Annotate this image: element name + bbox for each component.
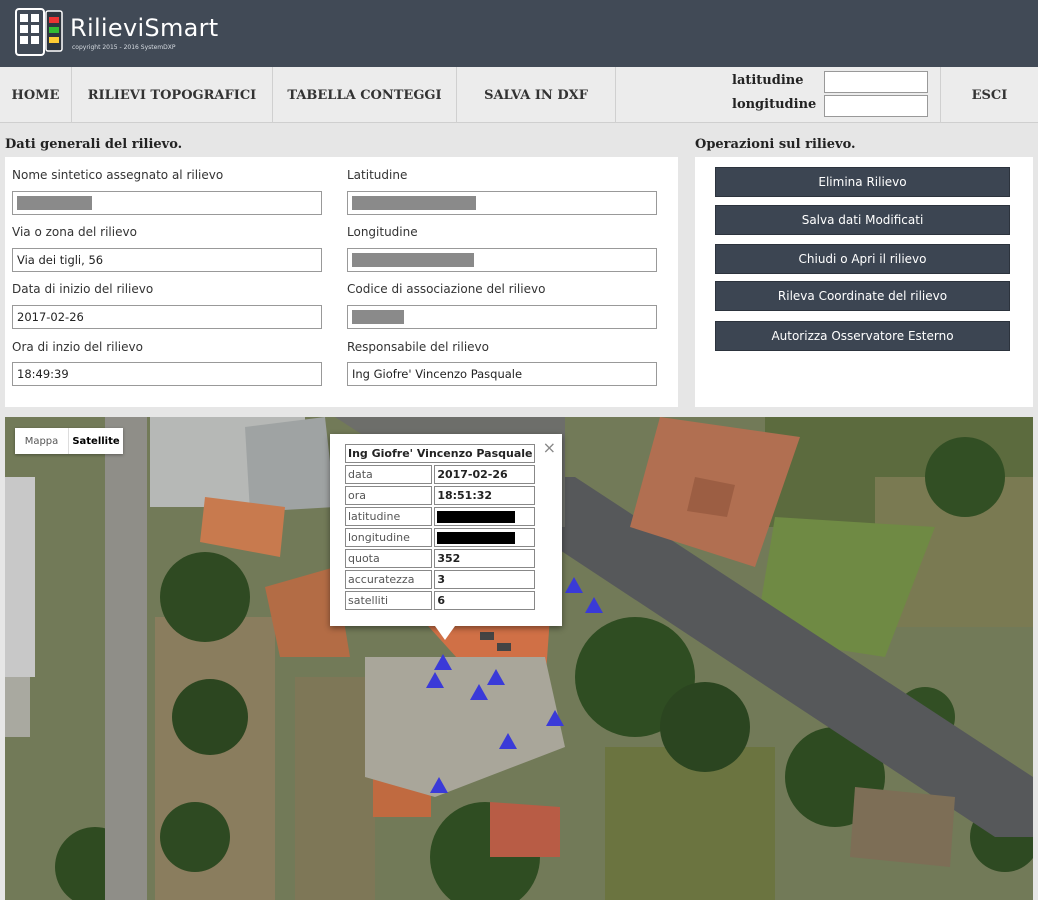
table-row: quota 352: [345, 549, 536, 568]
ora-inizio-field[interactable]: 18:49:39: [12, 362, 322, 386]
popup-value: 6: [434, 591, 536, 610]
table-row: satelliti 6: [345, 591, 536, 610]
popup-key: satelliti: [345, 591, 433, 610]
responsabile-field[interactable]: Ing Giofre' Vincenzo Pasquale: [347, 362, 657, 386]
latitudine-input[interactable]: [824, 71, 928, 93]
app-header: RilieviSmart copyright 2015 - 2016 Syste…: [0, 0, 1038, 67]
redacted-value: [17, 196, 92, 210]
nav-rilievi-topografici[interactable]: RILIEVI TOPOGRAFICI: [72, 67, 273, 123]
popup-value: [434, 507, 536, 526]
latitudine-field-label: Latitudine: [347, 168, 408, 182]
operations-panel-title: Operazioni sul rilievo.: [695, 137, 856, 152]
marker-info-popup: × Ing Giofre' Vincenzo Pasquale data 2017…: [330, 434, 562, 640]
survey-marker-icon: [546, 710, 564, 726]
redacted-value: [437, 511, 516, 523]
data-inizio-field[interactable]: 2017-02-26: [12, 305, 322, 329]
nav-tabella-conteggi[interactable]: TABELLA CONTEGGI: [273, 67, 457, 123]
app-copyright: copyright 2015 - 2016 SystemDXP: [72, 44, 176, 51]
nome-label: Nome sintetico assegnato al rilievo: [12, 168, 224, 182]
longitudine-field[interactable]: [347, 248, 657, 272]
popup-key: ora: [345, 486, 433, 505]
codice-label: Codice di associazione del rilievo: [347, 282, 546, 296]
redacted-value: [352, 196, 476, 210]
popup-value: 3: [434, 570, 536, 589]
table-row: latitudine: [345, 507, 536, 526]
general-data-panel: Nome sintetico assegnato al rilievo Lati…: [5, 157, 678, 407]
popup-key: longitudine: [345, 528, 433, 547]
main-nav: HOME RILIEVI TOPOGRAFICI TABELLA CONTEGG…: [0, 67, 1038, 123]
survey-marker-icon: [470, 684, 488, 700]
autorizza-osservatore-button[interactable]: Autorizza Osservatore Esterno: [715, 321, 1010, 351]
survey-marker-icon: [434, 654, 452, 670]
longitudine-label: longitudine: [732, 97, 817, 112]
marker-info-table: Ing Giofre' Vincenzo Pasquale data 2017-0…: [343, 442, 537, 612]
nav-home[interactable]: HOME: [0, 67, 72, 123]
salva-dati-button[interactable]: Salva dati Modificati: [715, 205, 1010, 235]
popup-value: [434, 528, 536, 547]
data-inizio-label: Data di inizio del rilievo: [12, 282, 154, 296]
chiudi-apri-button[interactable]: Chiudi o Apri il rilievo: [715, 244, 1010, 274]
popup-key: accuratezza: [345, 570, 433, 589]
survey-marker-icon: [430, 777, 448, 793]
popup-key: latitudine: [345, 507, 433, 526]
latitudine-field[interactable]: [347, 191, 657, 215]
table-row: longitudine: [345, 528, 536, 547]
nav-esci[interactable]: ESCI: [940, 67, 1038, 123]
elimina-rilievo-button[interactable]: Elimina Rilievo: [715, 167, 1010, 197]
app-name: RilieviSmart: [70, 14, 219, 42]
latitudine-label: latitudine: [732, 73, 804, 88]
table-row: accuratezza 3: [345, 570, 536, 589]
longitudine-input[interactable]: [824, 95, 928, 117]
general-panel-title: Dati generali del rilievo.: [5, 137, 183, 152]
popup-key: data: [345, 465, 433, 484]
survey-marker-icon: [565, 577, 583, 593]
redacted-value: [352, 310, 404, 324]
ora-inizio-label: Ora di inzio del rilievo: [12, 340, 143, 354]
nome-field[interactable]: [12, 191, 322, 215]
survey-marker-icon: [499, 733, 517, 749]
via-field[interactable]: Via dei tigli, 56: [12, 248, 322, 272]
popup-value: 352: [434, 549, 536, 568]
popup-key: quota: [345, 549, 433, 568]
survey-marker-icon: [487, 669, 505, 685]
redacted-value: [352, 253, 474, 267]
app-logo-icon: [15, 8, 63, 56]
via-label: Via o zona del rilievo: [12, 225, 137, 239]
table-row: data 2017-02-26: [345, 465, 536, 484]
survey-marker-icon: [585, 597, 603, 613]
responsabile-label: Responsabile del rilievo: [347, 340, 489, 354]
close-icon[interactable]: ×: [543, 438, 556, 457]
redacted-value: [437, 532, 516, 544]
satellite-map[interactable]: Mappa Satellite × Ing Giofre' Vincenzo P…: [5, 417, 1033, 900]
popup-value: 2017-02-26: [434, 465, 536, 484]
longitudine-field-label: Longitudine: [347, 225, 418, 239]
nav-salva-dxf[interactable]: SALVA IN DXF: [457, 67, 616, 123]
table-row: ora 18:51:32: [345, 486, 536, 505]
codice-field[interactable]: [347, 305, 657, 329]
survey-marker-icon: [426, 672, 444, 688]
popup-title: Ing Giofre' Vincenzo Pasquale: [345, 444, 536, 463]
rileva-coordinate-button[interactable]: Rileva Coordinate del rilievo: [715, 281, 1010, 311]
popup-value: 18:51:32: [434, 486, 536, 505]
